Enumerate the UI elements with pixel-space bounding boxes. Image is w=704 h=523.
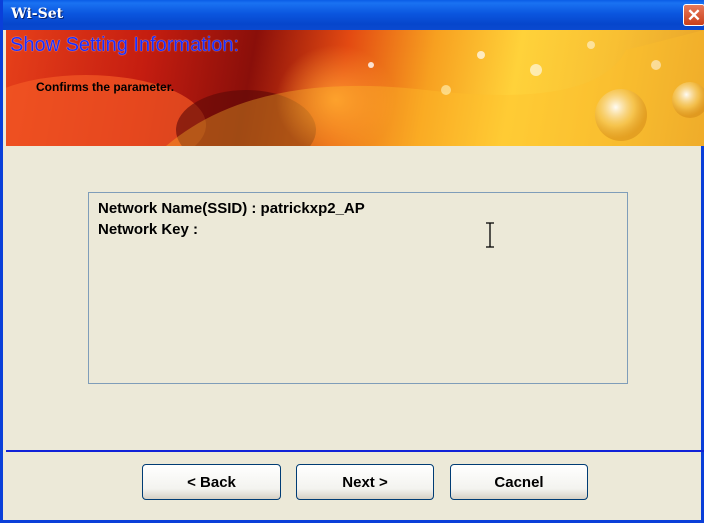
network-name-text: Network Name(SSID) : patrickxp2_AP — [98, 200, 365, 217]
title-bar[interactable]: Wi-Set ✕ — [3, 0, 704, 30]
banner-subtitle: Confirms the parameter. — [36, 80, 175, 94]
banner-title: Show Setting Information: — [10, 34, 240, 56]
close-icon: ✕ — [686, 5, 702, 25]
window-title: Wi-Set — [11, 6, 64, 22]
i-beam-cursor-icon — [486, 222, 494, 248]
next-button[interactable]: Next > — [296, 464, 434, 500]
network-key-text: Network Key : — [98, 221, 199, 238]
close-button[interactable]: ✕ — [683, 4, 704, 26]
next-button-label: Next > — [342, 473, 388, 491]
footer-divider — [6, 450, 704, 452]
back-button[interactable]: < Back — [142, 464, 281, 500]
back-button-label: < Back — [187, 473, 236, 491]
settings-info-box: Network Name(SSID) : patrickxp2_AP Netwo… — [88, 192, 628, 384]
cancel-button[interactable]: Cacnel — [450, 464, 588, 500]
header-banner: Show Setting Information: Confirms the p… — [6, 30, 704, 146]
wi-set-window: Wi-Set ✕ Show Setting Information: Confi… — [0, 0, 704, 523]
cancel-button-label: Cacnel — [494, 473, 544, 491]
